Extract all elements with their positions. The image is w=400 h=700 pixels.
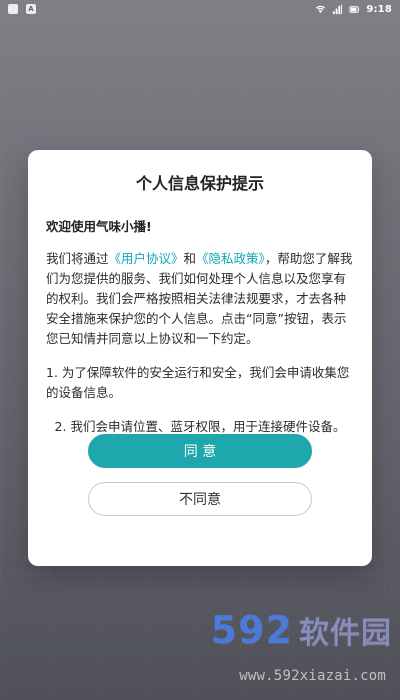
- dialog-title: 个人信息保护提示: [135, 174, 264, 193]
- battery-icon: [349, 5, 360, 13]
- status-left: A: [8, 4, 36, 14]
- signal-icon: [333, 3, 343, 14]
- app-a-icon: A: [26, 4, 36, 14]
- agreement-paragraph: 我们将通过《用户协议》和《隐私政策》，帮助您了解我们为您提供的服务、我们如何处理…: [46, 249, 354, 349]
- agree-button[interactable]: 同 意: [88, 434, 312, 468]
- privacy-dialog: 个人信息保护提示 欢迎使用气味小播! 我们将通过《用户协议》和《隐私政策》，帮助…: [28, 150, 372, 566]
- welcome-text: 欢迎使用气味小播!: [46, 219, 152, 234]
- wifi-icon: [316, 5, 326, 13]
- status-right: 9:18: [315, 4, 392, 15]
- disagree-button[interactable]: 不同意: [88, 482, 312, 516]
- status-bar: A 9:18: [0, 0, 400, 18]
- status-time: 9:18: [366, 3, 392, 15]
- point-1: 1. 为了保障软件的安全运行和安全，我们会申请收集您的设备信息。: [46, 365, 350, 400]
- para-prefix: 我们将通过: [46, 251, 109, 266]
- sim-card-icon: [8, 4, 18, 14]
- privacy-policy-link[interactable]: 《隐私政策》: [196, 251, 265, 266]
- and-text: 和: [183, 251, 197, 266]
- user-agreement-link[interactable]: 《用户协议》: [109, 251, 184, 266]
